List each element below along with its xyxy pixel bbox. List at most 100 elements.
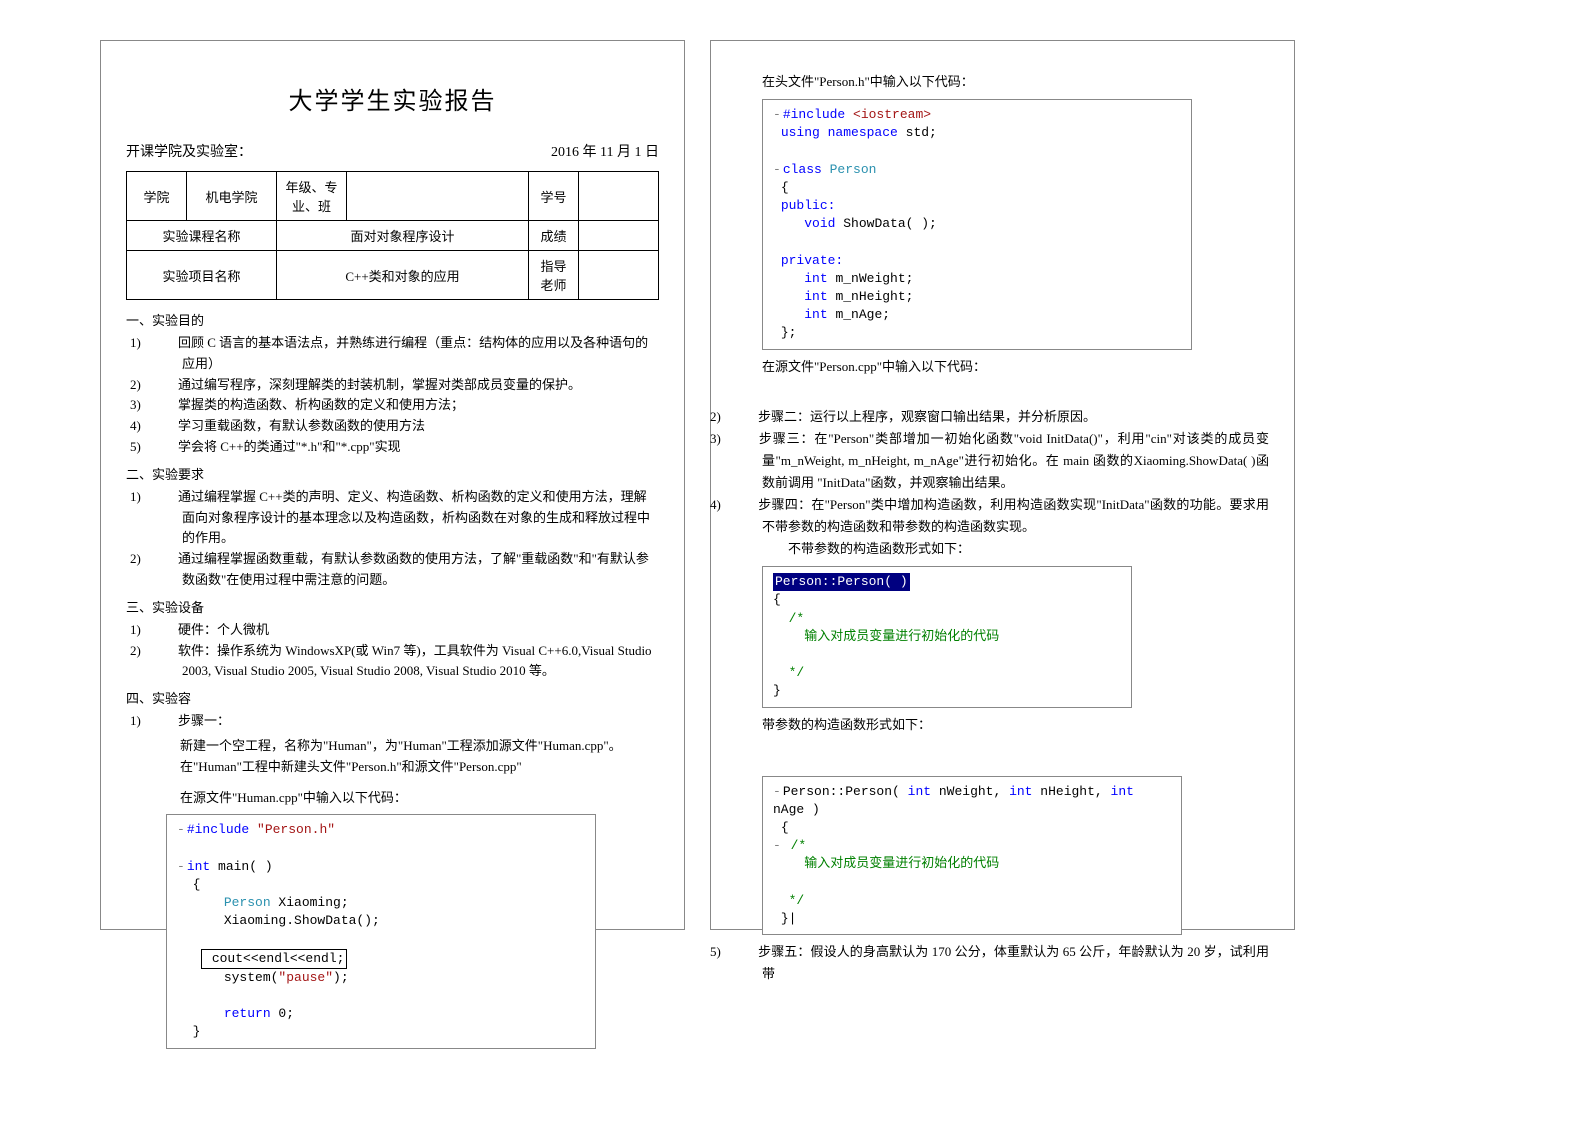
list-2: 1)通过编程掌握 C++类的声明、定义、构造函数、析构函数的定义和使用方法，理解… xyxy=(126,487,659,591)
cell: 机电学院 xyxy=(187,172,277,221)
page-right: 在头文件"Person.h"中输入以下代码： -#include <iostre… xyxy=(710,40,1295,930)
code-block-4: -Person::Person( int nWeight, int nHeigh… xyxy=(762,776,1182,936)
code: <iostream> xyxy=(853,107,931,122)
code: public: xyxy=(781,198,836,213)
code: ); xyxy=(333,970,349,985)
text: 软件：操作系统为 WindowsXP(或 Win7 等)，工具软件为 Visua… xyxy=(178,643,652,679)
code: #include xyxy=(783,107,853,122)
code: nWeight, xyxy=(939,784,1009,799)
code: int xyxy=(804,289,835,304)
text: 学习重载函数，有默认参数函数的使用方法 xyxy=(178,418,425,433)
code: 输入对成员变量进行初始化的代码 xyxy=(804,629,999,644)
code: cout<<endl<<endl; xyxy=(212,951,345,966)
code: */ xyxy=(789,665,805,680)
code: int xyxy=(1009,784,1040,799)
cell: 指导老师 xyxy=(529,251,579,300)
section-3: 三、实验设备 xyxy=(126,597,659,616)
section-2: 二、实验要求 xyxy=(126,464,659,483)
code: { xyxy=(781,820,789,835)
code: int xyxy=(1111,784,1134,799)
list-item: 1)回顾 C 语言的基本语法点，并熟练进行编程（重点：结构体的应用以及各种语句的… xyxy=(156,333,659,375)
code: class xyxy=(783,162,830,177)
code: int xyxy=(804,271,835,286)
code: /* xyxy=(791,838,807,853)
text: 步骤五：假设人的身高默认为 170 公分，体重默认为 65 公斤，年龄默认为 2… xyxy=(758,944,1269,981)
code: private: xyxy=(781,253,843,268)
code: /* xyxy=(789,611,805,626)
text: 通过编写程序，深刻理解类的封装机制，掌握对类部成员变量的保护。 xyxy=(178,377,581,392)
list-item: 3)步骤三：在"Person"类部增加一初始化函数"void InitData(… xyxy=(736,428,1269,494)
right-para-3: 带参数的构造函数形式如下： xyxy=(736,714,1269,736)
subhead-right: 2016 年 11 月 1 日 xyxy=(551,141,659,161)
code: void xyxy=(804,216,843,231)
code: "Person.h" xyxy=(257,822,335,837)
code: int xyxy=(187,859,218,874)
text: 回顾 C 语言的基本语法点，并熟练进行编程（重点：结构体的应用以及各种语句的应用… xyxy=(178,335,648,371)
cell: 实验项目名称 xyxy=(127,251,277,300)
code: Xiaoming.ShowData(); xyxy=(224,913,380,928)
code: 输入对成员变量进行初始化的代码 xyxy=(804,856,999,871)
step1-b: 在"Human"工程中新建头文件"Person.h"和源文件"Person.cp… xyxy=(126,757,659,778)
code: 0; xyxy=(278,1006,294,1021)
list-item: 1)步骤一： xyxy=(156,711,659,732)
code: Person xyxy=(830,162,877,177)
code-block-1: -#include "Person.h" -int main( ) { Pers… xyxy=(166,814,596,1048)
text: 硬件：个人微机 xyxy=(178,622,269,637)
right-para-2: 在源文件"Person.cpp"中输入以下代码： xyxy=(736,356,1269,378)
code: }| xyxy=(781,911,797,926)
code: Person::Person( xyxy=(783,784,908,799)
code: nAge ) xyxy=(773,802,820,817)
code: system( xyxy=(224,970,279,985)
right-steps-cont: 5)步骤五：假设人的身高默认为 170 公分，体重默认为 65 公斤，年龄默认为… xyxy=(736,941,1269,985)
code: } xyxy=(773,683,781,698)
list-item: 4)步骤四：在"Person"类中增加构造函数，利用构造函数实现"InitDat… xyxy=(736,494,1269,560)
list-item: 2)通过编程掌握函数重载，有默认参数函数的使用方法，了解"重载函数"和"有默认参… xyxy=(156,549,659,591)
code: { xyxy=(781,180,789,195)
doc-title: 大学学生实验报告 xyxy=(126,81,659,116)
list-item: 3)掌握类的构造函数、析构函数的定义和使用方法； xyxy=(156,395,659,416)
cell: 面对对象程序设计 xyxy=(277,221,529,251)
code: }; xyxy=(781,325,797,340)
section-4: 四、实验容 xyxy=(126,688,659,707)
cell: C++类和对象的应用 xyxy=(277,251,529,300)
list-item: 1)硬件：个人微机 xyxy=(156,620,659,641)
cell xyxy=(579,172,659,221)
cell: 成绩 xyxy=(529,221,579,251)
list-item: 1)通过编程掌握 C++类的声明、定义、构造函数、析构函数的定义和使用方法，理解… xyxy=(156,487,659,549)
right-steps: 2)步骤二：运行以上程序，观察窗口输出结果，并分析原因。 3)步骤三：在"Per… xyxy=(736,406,1269,561)
code: { xyxy=(773,592,781,607)
cell: 学号 xyxy=(529,172,579,221)
code: using namespace xyxy=(781,125,906,140)
page-left: 大学学生实验报告 开课学院及实验室： 2016 年 11 月 1 日 学院 机电… xyxy=(100,40,685,930)
text: 步骤二：运行以上程序，观察窗口输出结果，并分析原因。 xyxy=(758,409,1096,424)
cell xyxy=(579,221,659,251)
cell: 实验课程名称 xyxy=(127,221,277,251)
cell: 学院 xyxy=(127,172,187,221)
code: */ xyxy=(789,893,805,908)
section-1: 一、实验目的 xyxy=(126,310,659,329)
code: m_nHeight; xyxy=(835,289,913,304)
text: 步骤三：在"Person"类部增加一初始化函数"void InitData()"… xyxy=(758,431,1269,490)
code-block-2: -#include <iostream> using namespace std… xyxy=(762,99,1192,349)
code: return xyxy=(224,1006,279,1021)
step1-a: 新建一个空工程，名称为"Human"，为"Human"工程添加源文件"Human… xyxy=(126,736,659,757)
text: 通过编程掌握函数重载，有默认参数函数的使用方法，了解"重载函数"和"有默认参数函… xyxy=(178,551,649,587)
text: 不带参数的构造函数形式如下： xyxy=(762,538,1269,560)
code: int xyxy=(804,307,835,322)
text: 学会将 C++的类通过"*.h"和"*.cpp"实现 xyxy=(178,439,401,454)
list-item: 5)学会将 C++的类通过"*.h"和"*.cpp"实现 xyxy=(156,437,659,458)
code: ShowData( ); xyxy=(843,216,937,231)
list-4: 1)步骤一： xyxy=(126,711,659,732)
list-3: 1)硬件：个人微机 2)软件：操作系统为 WindowsXP(或 Win7 等)… xyxy=(126,620,659,682)
list-item: 2)通过编写程序，深刻理解类的封装机制，掌握对类部成员变量的保护。 xyxy=(156,375,659,396)
code: } xyxy=(193,1024,201,1039)
list-item: 5)步骤五：假设人的身高默认为 170 公分，体重默认为 65 公斤，年龄默认为… xyxy=(736,941,1269,985)
text: 通过编程掌握 C++类的声明、定义、构造函数、析构函数的定义和使用方法，理解面向… xyxy=(178,489,650,546)
text: 掌握类的构造函数、析构函数的定义和使用方法； xyxy=(178,397,464,412)
list-item: 2)步骤二：运行以上程序，观察窗口输出结果，并分析原因。 xyxy=(736,406,1269,428)
code: nHeight, xyxy=(1040,784,1110,799)
list-item: 2)软件：操作系统为 WindowsXP(或 Win7 等)，工具软件为 Vis… xyxy=(156,641,659,683)
code: Xiaoming; xyxy=(278,895,348,910)
info-table: 学院 机电学院 年级、专业、班 学号 实验课程名称 面对对象程序设计 成绩 实验… xyxy=(126,171,659,300)
code: Person::Person( ) xyxy=(775,574,908,589)
